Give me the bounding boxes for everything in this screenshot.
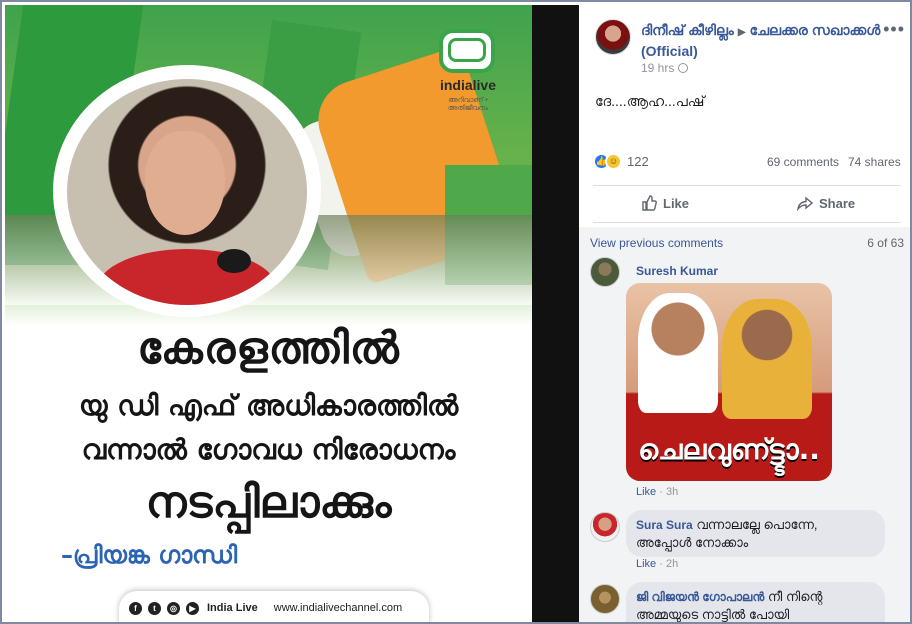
shares-count-link[interactable]: 74 shares	[848, 155, 901, 169]
instagram-icon: ◎	[167, 601, 180, 615]
share-arrow-icon	[797, 196, 813, 211]
comment-meta: Like · 2h	[636, 558, 679, 570]
commenter-name[interactable]: ജി വിജയൻ ഗോപാലൻ	[636, 590, 764, 604]
speaker-portrait	[67, 79, 307, 305]
thumbs-up-icon	[642, 195, 657, 211]
logo-brand-text: indialive	[439, 77, 497, 93]
comments-count-link[interactable]: 69 comments	[767, 155, 839, 169]
like-button[interactable]: Like	[641, 195, 689, 211]
comment-image-person	[638, 293, 718, 413]
comment-image-person	[722, 299, 812, 419]
haha-reaction-icon: ☺	[605, 152, 622, 170]
shared-to-arrow-icon: ▶	[737, 27, 746, 38]
view-previous-comments-link[interactable]: View previous comments	[590, 236, 723, 250]
comments-section: View previous comments 6 of 63 Suresh Ku…	[579, 227, 910, 622]
author-link[interactable]: ദിനീഷ് കീഴില്ലം	[641, 22, 734, 38]
commenter-avatar[interactable]	[590, 257, 620, 287]
reactions-summary[interactable]: 👍 ☺ 122	[593, 151, 649, 171]
globe-icon	[678, 63, 689, 73]
twitter-icon: t	[148, 601, 161, 615]
headline-line-4: നടപ്പിലാക്കും	[145, 477, 392, 528]
comment-meta: Like · 3h	[636, 486, 679, 498]
more-options-icon[interactable]: •••	[883, 19, 905, 40]
like-label: Like	[663, 195, 690, 211]
quote-byline: –പ്രിയങ്ക ഗാന്ധി	[61, 541, 238, 569]
share-button[interactable]: Share	[797, 195, 855, 211]
footer-url: www.indialivechannel.com	[273, 602, 403, 614]
commenter-avatar[interactable]	[590, 584, 620, 614]
post-panel: ദിനീഷ് കീഴില്ലം ▶ ചേലക്കര സഖാക്കൾ (Officia…	[579, 5, 910, 622]
comment-like-link[interactable]: Like	[636, 486, 656, 498]
commenter-name[interactable]: Sura Sura	[636, 518, 693, 532]
post-action-bar: Like Share	[593, 185, 901, 223]
headline-line-3: വന്നാൽ ഗോവധ നിരോധനം	[81, 433, 456, 466]
comment-like-link[interactable]: Like	[636, 558, 656, 570]
headline-line-1: കേരളത്തിൽ	[137, 323, 400, 374]
commenter-name[interactable]: Suresh Kumar	[636, 264, 718, 278]
logo-tagline: അറിവാണ് • അതിജീവനം	[447, 97, 489, 112]
microphone-icon	[217, 249, 251, 273]
screenshot-frame: indialive അറിവാണ് • അതിജീവനം കേരളത്തിൽ യ…	[0, 0, 912, 624]
youtube-icon: ▶	[186, 601, 199, 615]
timestamp-text: 19 hrs	[641, 61, 675, 75]
comment-pager: 6 of 63	[867, 236, 904, 250]
post-author: ദിനീഷ് കീഴില്ലം ▶ ചേലക്കര സഖാക്കൾ (Officia…	[641, 21, 881, 60]
image-footer-bar: f t ◎ ▶ India Live www.indialivechannel.…	[119, 591, 429, 622]
facebook-icon: f	[129, 601, 142, 615]
post-header: ദിനീഷ് കീഴില്ലം ▶ ചേലക്കര സഖാക്കൾ (Officia…	[595, 19, 905, 79]
comment-time[interactable]: 2h	[666, 558, 678, 570]
comment-bubble: Sura Sura വന്നാലല്ലേ പൊന്നേ, അപ്പോൾ നോക്…	[626, 510, 885, 557]
post-timestamp[interactable]: 19 hrs	[641, 61, 689, 75]
page-avatar[interactable]	[595, 19, 631, 55]
headline-line-2: യു ഡി എഫ് അധികാരത്തിൽ	[78, 389, 459, 422]
comment-time[interactable]: 3h	[666, 486, 678, 498]
comment-image-caption: ചെലവുണ്ട്ട്ടാ..	[638, 433, 820, 466]
commenter-avatar[interactable]	[590, 512, 620, 542]
reaction-count: 122	[627, 153, 649, 169]
tv-logo-inner	[448, 38, 486, 62]
indialive-logo: indialive അറിവാണ് • അതിജീവനം	[433, 29, 503, 115]
portrait-face	[145, 131, 225, 235]
share-label: Share	[819, 195, 856, 211]
theater-divider	[532, 5, 579, 622]
post-message: ദേ....ആഹ...പഷ്	[595, 93, 705, 109]
comment-bubble: ജി വിജയൻ ഗോപാലൻ നീ നിന്റെ അമ്മയുടെ നാട്ട…	[626, 582, 885, 622]
comment-image[interactable]: ചെലവുണ്ട്ട്ടാ..	[626, 283, 832, 481]
shared-post-image[interactable]: indialive അറിവാണ് • അതിജീവനം കേരളത്തിൽ യ…	[5, 5, 532, 622]
footer-brand: India Live	[207, 602, 258, 614]
